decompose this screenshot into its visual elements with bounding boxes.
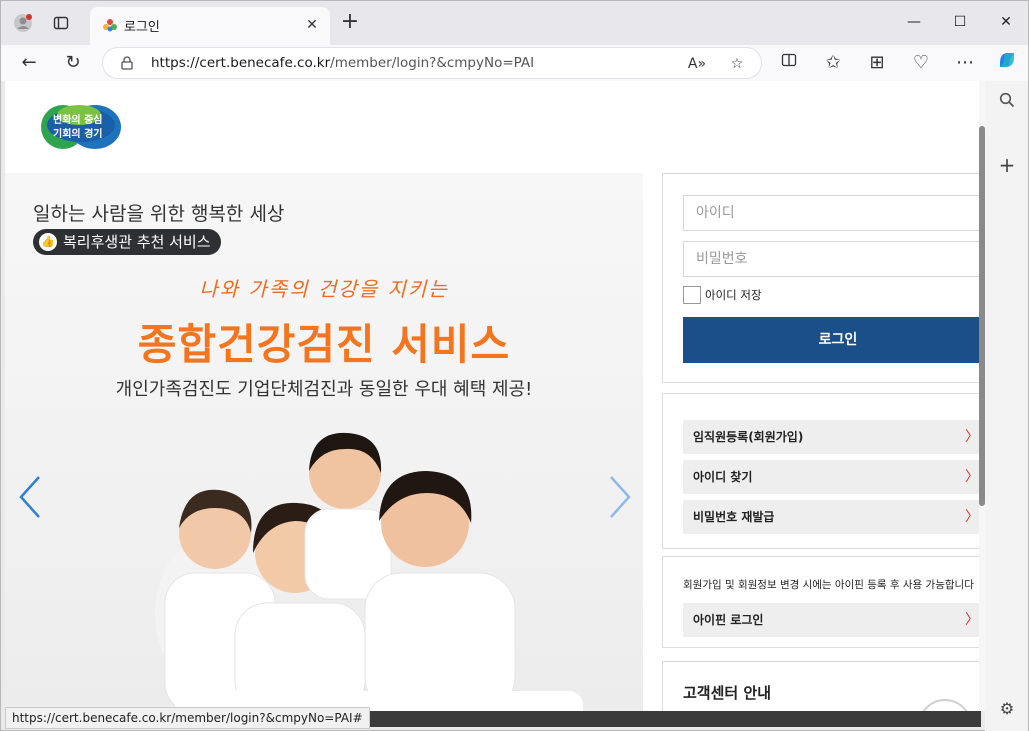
edge-sidebar: + ⚙ — [985, 81, 1028, 731]
tab-bar: 로그인 ✕ + — ☐ ✕ — [1, 1, 1028, 45]
banner-badge-label: 복리후생관 추천 서비스 — [63, 233, 211, 251]
refresh-icon[interactable]: ↻ — [59, 49, 87, 77]
maximize-icon[interactable]: ☐ — [937, 7, 983, 37]
account-links: 임직원등록(회원가입) 〉 아이디 찾기 〉 비밀번호 재발급 〉 — [662, 393, 981, 549]
top-button-icon[interactable] — [917, 696, 973, 711]
thumbs-up-icon: 👍 — [39, 233, 57, 251]
minimize-icon[interactable]: — — [891, 7, 937, 37]
customer-center-title: 고객센터 안내 — [683, 684, 772, 702]
site-favicon-icon — [103, 19, 117, 32]
sidebar-search-icon[interactable] — [995, 91, 1019, 115]
close-tab-icon[interactable]: ✕ — [302, 15, 322, 35]
login-form: 아이디 비밀번호 아이디 저장 로그인 — [662, 173, 981, 383]
url-host: https://cert.benecafe.co.kr — [151, 55, 331, 71]
logo-line1: 변화의 중심 — [53, 115, 103, 126]
page-viewport: 변화의 중심 기회의 경기 일하는 사람을 위한 행복한 세상 👍 복리후생관 … — [5, 81, 981, 711]
lock-icon — [121, 56, 133, 70]
favorite-star-icon[interactable]: ☆ — [725, 52, 749, 76]
banner-subtext: 개인가족검진도 기업단체검진과 동일한 우대 혜택 제공! — [115, 379, 533, 400]
tab-actions-icon[interactable] — [47, 9, 75, 37]
family-photo — [155, 432, 516, 711]
id-input[interactable]: 아이디 — [683, 195, 981, 231]
signup-link[interactable]: 임직원등록(회원가입) 〉 — [683, 420, 981, 454]
find-id-link-label: 아이디 찾기 — [693, 470, 753, 484]
ipin-login-link[interactable]: 아이핀 로그인 〉 — [683, 603, 981, 637]
login-button[interactable]: 로그인 — [683, 317, 981, 363]
chevron-right-icon: 〉 — [965, 469, 979, 485]
browser-essentials-icon[interactable]: ♡ — [907, 49, 935, 77]
page-bottom-strip — [331, 711, 981, 727]
logo-line2: 기회의 경기 — [53, 129, 103, 140]
signup-link-label: 임직원등록(회원가입) — [693, 430, 804, 444]
ipin-note: 회원가입 및 회원정보 변경 시에는 아이핀 등록 후 사용 가능합니다 — [683, 579, 974, 591]
customer-center: 고객센터 안내 — [662, 661, 981, 711]
banner-headline: 종합건강검진 서비스 — [137, 320, 511, 369]
banner-next-arrow-icon[interactable] — [605, 473, 635, 521]
chevron-right-icon: 〉 — [965, 429, 979, 445]
tab-login[interactable]: 로그인 ✕ — [90, 7, 330, 45]
copilot-icon[interactable] — [993, 49, 1021, 77]
site-header: 변화의 중심 기회의 경기 — [5, 81, 981, 173]
find-id-link[interactable]: 아이디 찾기 〉 — [683, 460, 981, 494]
chevron-right-icon: 〉 — [965, 509, 979, 525]
ipin-login-label: 아이핀 로그인 — [693, 613, 764, 627]
more-menu-icon[interactable]: ⋯ — [951, 49, 979, 77]
read-aloud-icon[interactable]: A» — [685, 52, 709, 76]
navigation-bar: ← ↻ https://cert.benecafe.co.kr/member/l… — [1, 45, 1028, 81]
browser-window: 로그인 ✕ + — ☐ ✕ ← ↻ https://cert.benecafe.… — [0, 0, 1029, 731]
promo-banner[interactable]: 일하는 사람을 위한 행복한 세상 👍 복리후생관 추천 서비스 나와 가족의 … — [5, 173, 643, 711]
chevron-right-icon: 〉 — [965, 612, 979, 628]
new-tab-icon[interactable]: + — [338, 11, 362, 35]
reset-password-link-label: 비밀번호 재발급 — [693, 510, 775, 524]
address-bar[interactable]: https://cert.benecafe.co.kr/member/login… — [102, 47, 762, 79]
banner-script-text: 나와 가족의 건강을 지키는 — [199, 277, 449, 301]
close-window-icon[interactable]: ✕ — [983, 7, 1029, 37]
sidebar-add-icon[interactable]: + — [995, 153, 1019, 177]
url-text: https://cert.benecafe.co.kr/member/login… — [151, 55, 534, 71]
url-path: /member/login?&cmpyNo=PAI — [330, 55, 535, 71]
profile-icon[interactable] — [9, 9, 37, 37]
banner-badge: 👍 복리후생관 추천 서비스 — [33, 229, 221, 255]
banner-prev-arrow-icon[interactable] — [15, 473, 45, 521]
collections-icon[interactable]: ⊞ — [863, 49, 891, 77]
split-screen-icon[interactable] — [775, 49, 803, 77]
banner-tagline: 일하는 사람을 위한 행복한 세상 — [33, 203, 285, 225]
site-logo[interactable]: 변화의 중심 기회의 경기 — [41, 101, 121, 151]
password-input[interactable]: 비밀번호 — [683, 241, 981, 277]
favorites-icon[interactable]: ✩ — [819, 49, 847, 77]
status-bar-url: https://cert.benecafe.co.kr/member/login… — [5, 707, 370, 729]
back-icon[interactable]: ← — [15, 49, 43, 77]
tab-title: 로그인 — [124, 20, 160, 35]
ipin-section: 회원가입 및 회원정보 변경 시에는 아이핀 등록 후 사용 가능합니다 아이핀… — [662, 556, 981, 648]
remember-id-checkbox[interactable] — [683, 286, 701, 304]
sidebar-settings-icon[interactable]: ⚙ — [995, 697, 1019, 721]
remember-id-label: 아이디 저장 — [705, 288, 762, 302]
reset-password-link[interactable]: 비밀번호 재발급 〉 — [683, 500, 981, 534]
